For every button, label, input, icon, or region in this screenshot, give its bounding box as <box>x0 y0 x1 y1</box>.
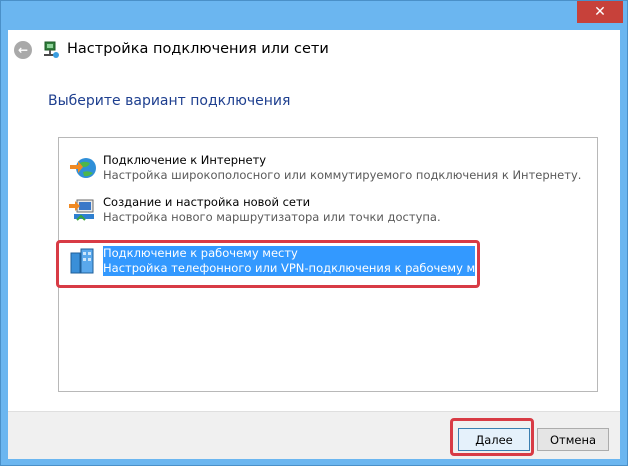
option-text: Создание и настройка новой сети Настройк… <box>103 195 583 225</box>
dialog-footer: Далее Отмена <box>8 411 620 459</box>
back-button[interactable]: ← <box>14 41 32 59</box>
option-description: Настройка широкополосного или коммутируе… <box>103 168 582 182</box>
dialog-content: ← Настройка подключения или сети Выберит… <box>8 30 620 459</box>
option-description: Настройка нового маршрутизатора или точк… <box>103 210 441 224</box>
globe-network-icon <box>70 158 96 178</box>
network-setup-icon <box>44 41 59 58</box>
next-button[interactable]: Далее <box>458 428 530 451</box>
page-title: Настройка подключения или сети <box>67 41 329 57</box>
instruction-heading: Выберите вариант подключения <box>48 93 291 109</box>
close-button[interactable]: ✕ <box>577 1 623 23</box>
close-icon: ✕ <box>594 4 606 20</box>
connection-options-list: Подключение к Интернету Настройка широко… <box>58 137 598 392</box>
option-title: Создание и настройка новой сети <box>103 195 311 209</box>
option-title: Подключение к рабочему месту <box>103 246 298 260</box>
option-workplace[interactable]: Подключение к рабочему месту Настройка т… <box>65 243 585 279</box>
cancel-button[interactable]: Отмена <box>537 428 609 451</box>
option-new-network[interactable]: Создание и настройка новой сети Настройк… <box>65 192 585 228</box>
router-setup-icon <box>69 199 94 221</box>
header-row: ← Настройка подключения или сети <box>8 30 620 70</box>
option-title: Подключение к Интернету <box>103 153 267 167</box>
titlebar[interactable]: ✕ <box>1 1 627 29</box>
option-text: Подключение к рабочему месту Настройка т… <box>103 246 506 276</box>
option-text: Подключение к Интернету Настройка широко… <box>103 153 583 183</box>
option-internet[interactable]: Подключение к Интернету Настройка широко… <box>65 150 585 186</box>
back-arrow-icon: ← <box>17 43 29 57</box>
option-description: Настройка телефонного или VPN-подключени… <box>103 261 506 275</box>
workplace-vpn-icon <box>70 248 94 274</box>
dialog-window: ✕ ← Настройка подключения или сети Выбер… <box>0 0 628 466</box>
